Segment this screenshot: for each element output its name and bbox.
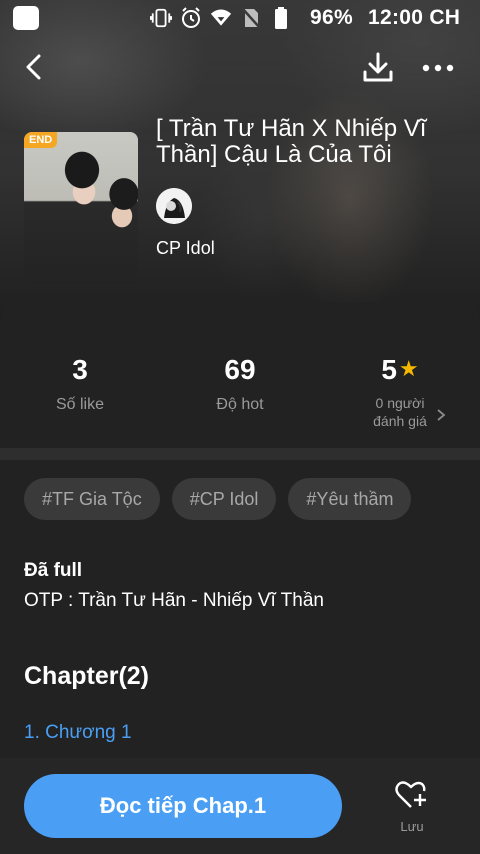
app-icon	[13, 6, 39, 30]
tag-list: #TF Gia Tộc #CP Idol #Yêu thầm	[24, 478, 412, 520]
more-dots-icon	[422, 64, 454, 72]
hot-count: 69	[224, 354, 256, 385]
hot-stat: 69 Độ hot	[160, 354, 320, 414]
rating-stat[interactable]: 5★ 0 người đánh giá	[320, 354, 480, 430]
save-label: Lưu	[400, 819, 424, 834]
rating-count-label: 0 người	[375, 395, 425, 411]
more-button[interactable]	[420, 52, 456, 84]
author-name[interactable]: CP Idol	[156, 238, 215, 259]
tag-chip[interactable]: #CP Idol	[171, 478, 277, 520]
hot-label: Độ hot	[216, 396, 264, 413]
description-otp: OTP : Trần Tư Hãn - Nhiếp Vĩ Thần	[24, 590, 324, 611]
rating-label: đánh giá	[373, 413, 427, 429]
clock: 12:00 CH	[368, 6, 461, 29]
author-avatar[interactable]	[156, 188, 192, 224]
story-cover[interactable]: END	[24, 132, 138, 284]
chevron-right-icon	[436, 408, 446, 427]
bottom-action-bar: Đọc tiếp Chap.1 Lưu	[0, 758, 480, 854]
star-icon: ★	[398, 356, 419, 381]
download-icon	[363, 52, 393, 82]
status-bar: 96% 12:00 CH	[0, 0, 480, 36]
likes-stat: 3 Số like	[0, 354, 160, 414]
description-status: Đã full	[24, 560, 83, 581]
wifi-icon	[210, 7, 232, 29]
heart-plus-icon	[395, 781, 426, 808]
back-button[interactable]	[18, 50, 52, 84]
chapter-link[interactable]: 1. Chương 1	[24, 722, 132, 744]
rating-value: 5	[381, 354, 397, 385]
back-arrow-icon	[26, 54, 41, 80]
likes-count: 3	[72, 354, 88, 385]
tag-chip[interactable]: #TF Gia Tộc	[24, 478, 160, 520]
status-icons	[150, 6, 292, 30]
section-divider	[0, 448, 480, 460]
story-title: [ Trần Tư Hãn X Nhiếp Vĩ Thần] Cậu Là Củ…	[156, 115, 427, 168]
battery-percent: 96%	[310, 6, 353, 29]
end-badge: END	[24, 132, 58, 148]
likes-label: Số like	[55, 396, 105, 413]
chapters-heading: Chapter(2)	[24, 662, 150, 690]
stats-row: 3 Số like 69 Độ hot 5★ 0 người đánh giá	[0, 302, 480, 448]
vibrate-icon	[150, 7, 172, 29]
save-button[interactable]: Lưu	[390, 780, 434, 834]
tag-chip[interactable]: #Yêu thầm	[288, 478, 412, 520]
no-sim-icon	[240, 7, 262, 29]
story-description: Đã full OTP : Trần Tư Hãn - Nhiếp Vĩ Thầ…	[24, 560, 454, 612]
continue-reading-button[interactable]: Đọc tiếp Chap.1	[24, 774, 342, 838]
alarm-icon	[180, 7, 202, 29]
battery-icon	[270, 7, 292, 29]
download-button[interactable]	[360, 50, 396, 86]
